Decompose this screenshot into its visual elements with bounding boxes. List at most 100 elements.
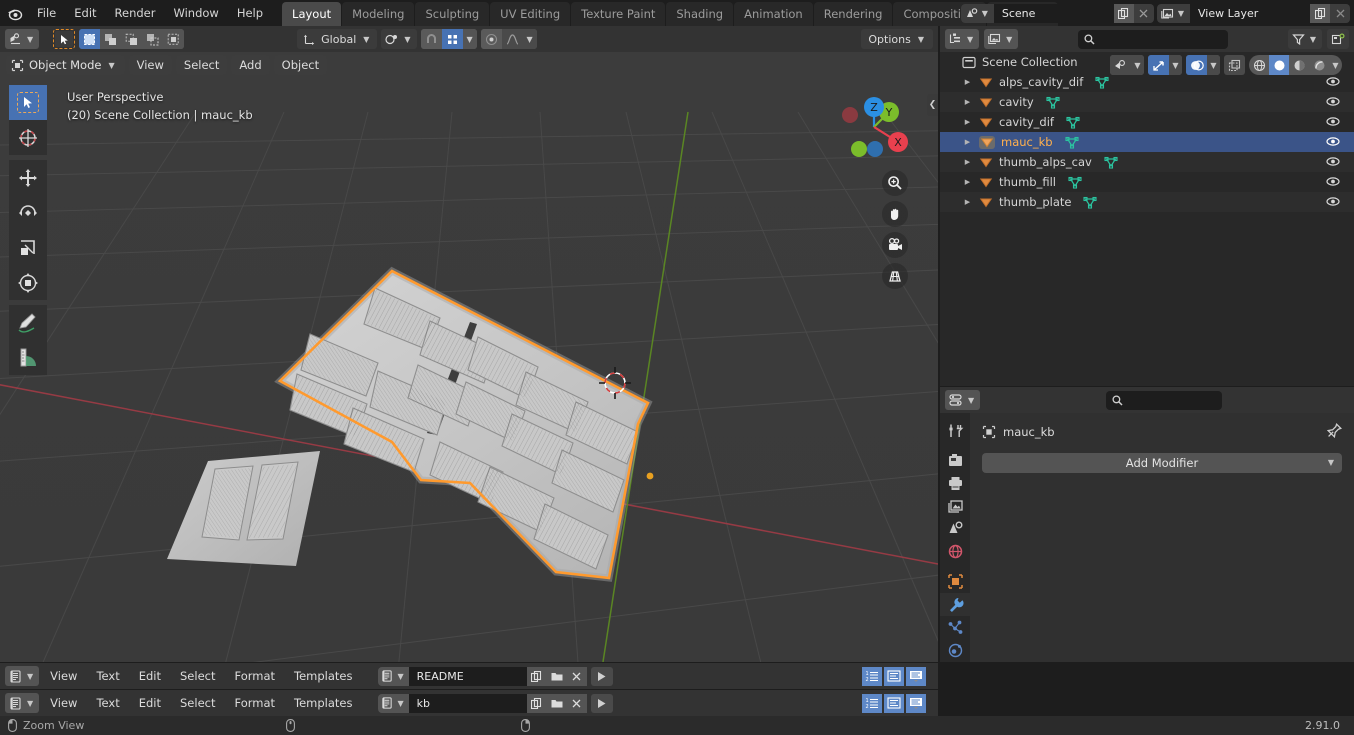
visibility-eye-icon[interactable]	[1326, 195, 1340, 208]
text-menu-edit[interactable]: Edit	[131, 666, 169, 686]
tool-rotate[interactable]	[9, 195, 47, 230]
mesh-data-icon[interactable]	[1104, 156, 1118, 169]
tab-texture-paint[interactable]: Texture Paint	[571, 2, 666, 26]
new-collection-button[interactable]	[1327, 29, 1349, 49]
text-unlink-button[interactable]	[566, 666, 587, 686]
gizmo-dropdown[interactable]: ▼	[1169, 55, 1182, 75]
snap-dropdown[interactable]: ▼	[462, 29, 477, 49]
gizmo-icon[interactable]	[1148, 55, 1169, 75]
view-layer-unlink-button[interactable]	[1330, 3, 1350, 23]
outliner-filter-dropdown[interactable]: ▼	[1287, 29, 1322, 49]
shading-rendered-icon[interactable]	[1309, 55, 1329, 75]
overlays-icon[interactable]	[1186, 55, 1207, 75]
text-menu-select[interactable]: Select	[172, 693, 223, 713]
viewport-menu-view[interactable]: View	[128, 55, 172, 75]
menu-render[interactable]: Render	[106, 3, 165, 23]
menu-window[interactable]: Window	[164, 3, 227, 23]
shading-wireframe-icon[interactable]	[1249, 55, 1269, 75]
outliner-row-cavity[interactable]: ▶ cavity	[940, 92, 1354, 112]
visibility-eye-icon[interactable]	[1110, 55, 1131, 75]
add-modifier-button[interactable]: Add Modifier ▼	[982, 453, 1342, 473]
text-filename-field[interactable]: README	[408, 666, 527, 686]
pan-view-button[interactable]	[882, 201, 908, 227]
object-mode-dropdown[interactable]: Object Mode ▼	[6, 55, 125, 75]
tab-animation[interactable]: Animation	[734, 2, 813, 26]
blender-logo-icon[interactable]	[0, 0, 28, 26]
visibility-eye-icon[interactable]	[1326, 155, 1340, 168]
select-intersect-icon[interactable]	[163, 29, 185, 49]
tab-rendering[interactable]: Rendering	[813, 2, 893, 26]
expand-triangle-icon[interactable]: ▶	[962, 138, 973, 146]
select-invert-icon[interactable]	[142, 29, 164, 49]
scene-icon[interactable]: ▼	[960, 3, 994, 23]
menu-edit[interactable]: Edit	[65, 3, 105, 23]
falloff-smooth-icon[interactable]	[501, 29, 523, 49]
navigation-gizmo[interactable]: Y Z X	[832, 85, 916, 169]
tool-annotate[interactable]	[9, 305, 47, 340]
syntax-highlight-toggle[interactable]	[906, 666, 926, 686]
outliner-row-mauc_kb[interactable]: ▶ mauc_kb	[940, 132, 1354, 152]
scene-datablock[interactable]: ▼ Scene	[960, 3, 1154, 23]
run-script-button[interactable]	[590, 693, 613, 713]
properties-search-input[interactable]	[1128, 393, 1214, 407]
pivot-point-dropdown[interactable]: ▼	[381, 29, 417, 49]
properties-tab-tool[interactable]	[940, 419, 970, 442]
tool-scale[interactable]	[9, 230, 47, 265]
expand-triangle-icon[interactable]: ▶	[962, 78, 973, 86]
properties-tab-scene[interactable]	[940, 518, 970, 541]
tool-measure[interactable]	[9, 340, 47, 375]
outliner-row-thumb_alps_cav[interactable]: ▶ thumb_alps_cav	[940, 152, 1354, 172]
viewport-menu-object[interactable]: Object	[273, 55, 328, 75]
shading-dropdown[interactable]: ▼	[1329, 55, 1342, 75]
view-layer-name-field[interactable]: View Layer	[1190, 3, 1310, 23]
run-script-button[interactable]	[590, 666, 613, 686]
text-menu-format[interactable]: Format	[226, 666, 283, 686]
tab-modeling[interactable]: Modeling	[342, 2, 415, 26]
viewport-canvas[interactable]	[0, 52, 938, 662]
active-tool-button[interactable]	[53, 29, 76, 49]
pin-icon[interactable]	[1327, 423, 1342, 438]
snap-magnet-icon[interactable]	[420, 29, 442, 49]
text-unlink-button[interactable]	[566, 693, 587, 713]
shading-solid-icon[interactable]	[1269, 55, 1289, 75]
menu-help[interactable]: Help	[228, 3, 272, 23]
xray-toggle-icon[interactable]	[1224, 55, 1245, 75]
tool-move[interactable]	[9, 160, 47, 195]
text-menu-templates[interactable]: Templates	[286, 693, 360, 713]
text-menu-view[interactable]: View	[42, 666, 85, 686]
select-extend-icon[interactable]	[100, 29, 122, 49]
select-subtract-icon[interactable]	[121, 29, 143, 49]
text-open-button[interactable]	[546, 666, 567, 686]
text-datablock-icon[interactable]: ▼	[378, 693, 409, 713]
viewport-menu-select[interactable]: Select	[175, 55, 228, 75]
text-menu-templates[interactable]: Templates	[286, 666, 360, 686]
expand-triangle-icon[interactable]: ▶	[962, 178, 973, 186]
word-wrap-toggle[interactable]	[884, 666, 904, 686]
properties-search-box[interactable]	[1106, 390, 1223, 410]
view-layer-icon[interactable]: ▼	[1156, 3, 1190, 23]
text-open-button[interactable]	[546, 693, 567, 713]
text-filename-field[interactable]: kb	[408, 693, 527, 713]
select-set-icon[interactable]	[79, 29, 101, 49]
visibility-dropdown[interactable]: ▼	[1131, 55, 1144, 75]
tab-sculpting[interactable]: Sculpting	[415, 2, 490, 26]
overlays-dropdown[interactable]: ▼	[1207, 55, 1220, 75]
visibility-eye-icon[interactable]	[1326, 175, 1340, 188]
editor-type-outliner-icon[interactable]: ▼	[945, 29, 980, 49]
proportional-editing-icon[interactable]	[480, 29, 502, 49]
expand-triangle-icon[interactable]: ▶	[962, 118, 973, 126]
outliner-search-input[interactable]	[1100, 32, 1219, 46]
line-numbers-toggle[interactable]: 12	[862, 666, 882, 686]
mesh-data-icon[interactable]	[1095, 76, 1109, 89]
mesh-data-icon[interactable]	[1046, 96, 1060, 109]
tool-transform[interactable]	[9, 265, 47, 300]
editor-type-3dview-icon[interactable]: ▼	[5, 29, 40, 49]
text-menu-select[interactable]: Select	[172, 666, 223, 686]
mesh-data-icon[interactable]	[1065, 136, 1079, 149]
tab-shading[interactable]: Shading	[666, 2, 734, 26]
editor-type-text-icon[interactable]: ▼	[5, 693, 40, 713]
toggle-perspective-button[interactable]	[882, 263, 908, 289]
tool-cursor[interactable]	[9, 120, 47, 155]
properties-tab-output[interactable]	[940, 472, 970, 495]
outliner-display-mode-dropdown[interactable]: ▼	[984, 29, 1019, 49]
